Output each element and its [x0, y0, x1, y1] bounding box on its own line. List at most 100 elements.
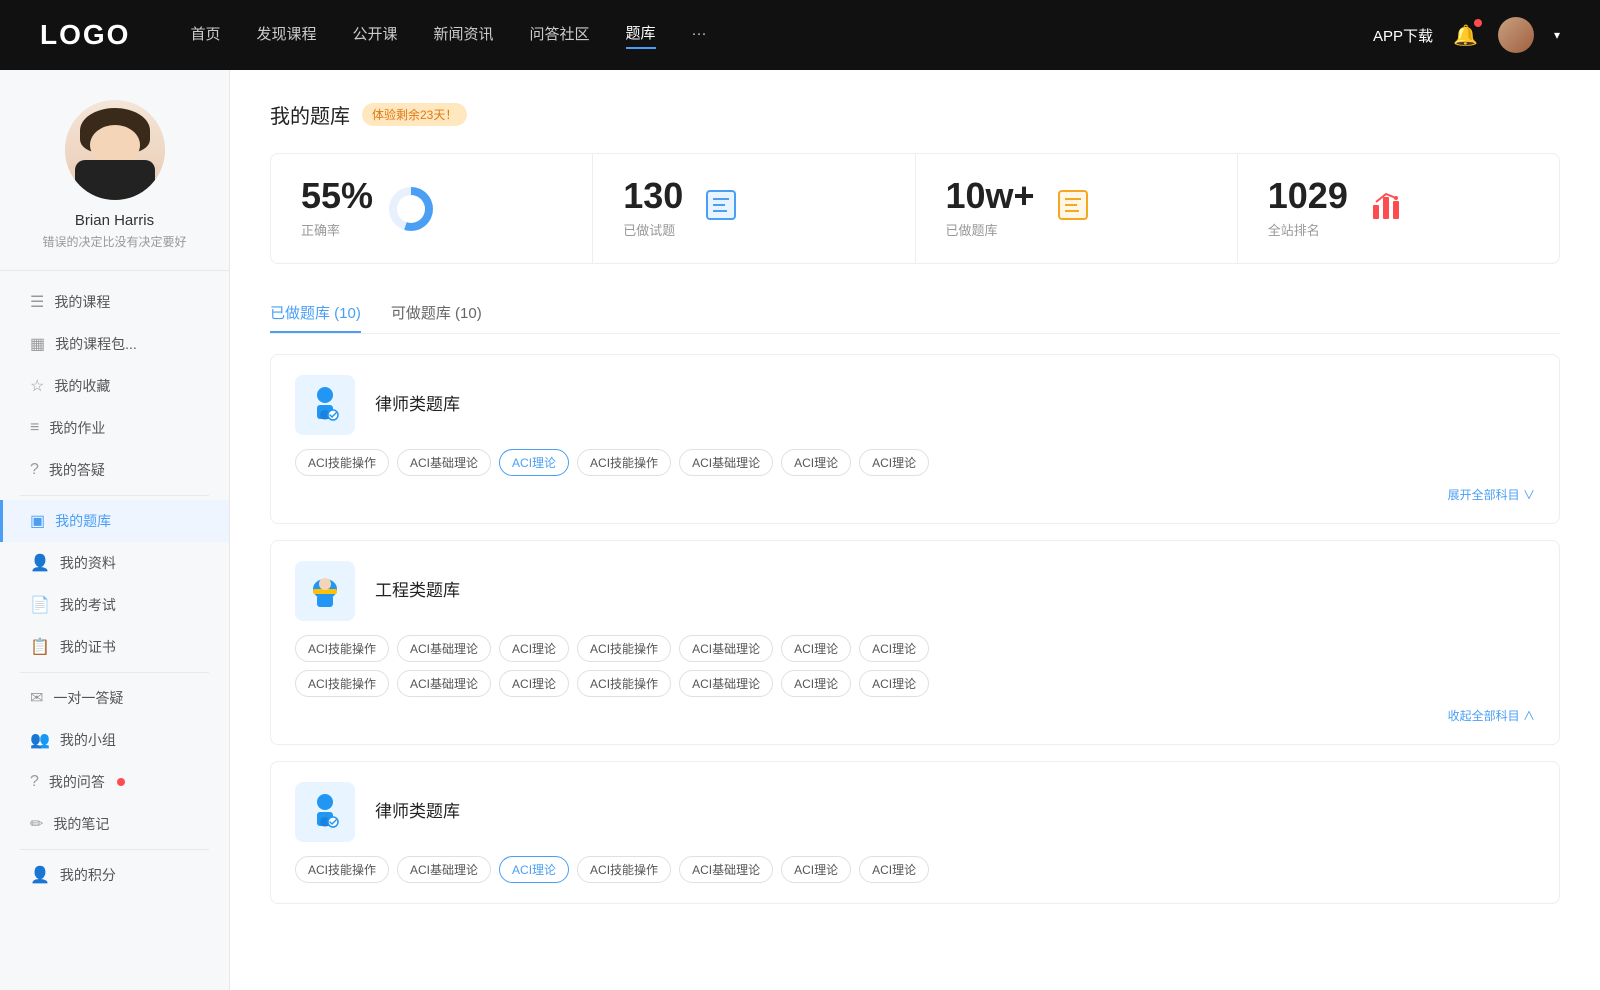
sidebar-item-label: 我的收藏 [54, 376, 110, 396]
stat-done-icon [699, 187, 743, 231]
tag-item[interactable]: ACI理论 [781, 670, 851, 697]
sidebar-item-my-group[interactable]: 👥 我的小组 [0, 719, 229, 761]
nav-news[interactable]: 新闻资讯 [434, 23, 494, 48]
notification-badge [1474, 19, 1482, 27]
stat-banks-info: 10w+ 已做题库 [946, 178, 1035, 239]
sidebar-item-my-qa[interactable]: ? 我的问答 [0, 761, 229, 803]
qbank-tags-lawyer-1: ACI技能操作 ACI基础理论 ACI理论 ACI技能操作 ACI基础理论 AC… [295, 449, 1535, 476]
tag-item[interactable]: ACI技能操作 [577, 449, 671, 476]
tab-available-banks[interactable]: 可做题库 (10) [391, 294, 482, 333]
stat-banks-label: 已做题库 [946, 220, 1035, 239]
tag-item[interactable]: ACI基础理论 [679, 449, 773, 476]
one-on-one-icon: ✉ [30, 688, 43, 708]
logo[interactable]: LOGO [40, 19, 130, 51]
stat-ranking-info: 1029 全站排名 [1268, 178, 1348, 239]
qbank-card-header-eng: 工程类题库 [295, 561, 1535, 621]
qbank-card-lawyer-2: 律师类题库 ACI技能操作 ACI基础理论 ACI理论 ACI技能操作 ACI基… [270, 761, 1560, 904]
tag-item-active[interactable]: ACI理论 [499, 856, 569, 883]
tag-item[interactable]: ACI技能操作 [295, 670, 389, 697]
sidebar-item-my-points[interactable]: 👤 我的积分 [0, 854, 229, 896]
tag-item[interactable]: ACI理论 [781, 856, 851, 883]
menu-divider-2 [20, 672, 209, 673]
qbank-tags-engineer-row2: ACI技能操作 ACI基础理论 ACI理论 ACI技能操作 ACI基础理论 AC… [295, 670, 1535, 697]
tab-done-banks[interactable]: 已做题库 (10) [270, 294, 361, 333]
expand-link-lawyer-1[interactable]: 展开全部科目 ∨ [295, 486, 1535, 503]
nav-qbank[interactable]: 题库 [626, 22, 656, 49]
stat-ranking-icon [1364, 187, 1408, 231]
tag-item[interactable]: ACI基础理论 [679, 670, 773, 697]
nav-opencourse[interactable]: 公开课 [352, 23, 397, 48]
nav-qa[interactable]: 问答社区 [530, 23, 590, 48]
tag-item[interactable]: ACI基础理论 [397, 635, 491, 662]
tag-item[interactable]: ACI技能操作 [295, 449, 389, 476]
stat-done-questions: 130 已做试题 [593, 154, 915, 263]
qbank-tags-engineer-row1: ACI技能操作 ACI基础理论 ACI理论 ACI技能操作 ACI基础理论 AC… [295, 635, 1535, 662]
qa-icon: ? [30, 773, 39, 791]
sidebar-item-my-qbank[interactable]: ▣ 我的题库 [0, 500, 229, 542]
group-icon: 👥 [30, 730, 50, 750]
nav-discover[interactable]: 发现课程 [256, 23, 316, 48]
tag-item[interactable]: ACI技能操作 [295, 856, 389, 883]
tag-item[interactable]: ACI技能操作 [577, 635, 671, 662]
user-avatar-nav[interactable] [1498, 17, 1534, 53]
tag-item[interactable]: ACI技能操作 [295, 635, 389, 662]
tag-item[interactable]: ACI理论 [859, 635, 929, 662]
donut-chart [389, 187, 433, 231]
app-download-button[interactable]: APP下载 [1373, 25, 1433, 46]
user-menu-chevron[interactable]: ▾ [1554, 28, 1560, 42]
tag-item[interactable]: ACI理论 [859, 856, 929, 883]
stat-accuracy-label: 正确率 [301, 220, 373, 239]
tag-item[interactable]: ACI理论 [781, 449, 851, 476]
notes-icon: ✏ [30, 814, 43, 834]
sidebar-item-my-homework[interactable]: ≡ 我的作业 [0, 407, 229, 449]
tag-item[interactable]: ACI技能操作 [577, 856, 671, 883]
sidebar-menu: ☰ 我的课程 ▦ 我的课程包... ☆ 我的收藏 ≡ 我的作业 ? 我的答疑 ▣ [0, 281, 229, 896]
nav-more[interactable]: ··· [692, 25, 707, 46]
notification-bell[interactable]: 🔔 [1453, 23, 1478, 48]
qbank-card-header-l2: 律师类题库 [295, 782, 1535, 842]
tag-item[interactable]: ACI理论 [859, 670, 929, 697]
sidebar-item-my-questions[interactable]: ? 我的答疑 [0, 449, 229, 491]
sidebar-item-my-exam[interactable]: 📄 我的考试 [0, 584, 229, 626]
data-icon: 👤 [30, 553, 50, 573]
cert-icon: 📋 [30, 637, 50, 657]
qbank-title-engineer: 工程类题库 [375, 561, 460, 621]
qbank-lawyer-icon-wrap [295, 375, 355, 435]
tag-item[interactable]: ACI理论 [499, 635, 569, 662]
sidebar-item-my-course[interactable]: ☰ 我的课程 [0, 281, 229, 323]
tag-item[interactable]: ACI技能操作 [577, 670, 671, 697]
stat-banks-value: 10w+ [946, 178, 1035, 214]
sidebar-item-my-certificate[interactable]: 📋 我的证书 [0, 626, 229, 668]
qbank-title-lawyer-2: 律师类题库 [375, 782, 460, 842]
sidebar-item-my-favorites[interactable]: ☆ 我的收藏 [0, 365, 229, 407]
stat-ranking: 1029 全站排名 [1238, 154, 1559, 263]
collapse-link-engineer[interactable]: 收起全部科目 ∧ [295, 707, 1535, 724]
tag-item[interactable]: ACI基础理论 [397, 856, 491, 883]
sidebar-item-my-data[interactable]: 👤 我的资料 [0, 542, 229, 584]
nav-menu: 首页 发现课程 公开课 新闻资讯 问答社区 题库 ··· [190, 22, 1373, 49]
sidebar-user-name: Brian Harris [75, 212, 154, 229]
sidebar-item-my-notes[interactable]: ✏ 我的笔记 [0, 803, 229, 845]
sidebar-item-label: 我的题库 [55, 511, 111, 531]
navbar-right: APP下载 🔔 ▾ [1373, 17, 1560, 53]
tag-item[interactable]: ACI基础理论 [397, 670, 491, 697]
sidebar-item-label: 我的答疑 [49, 460, 105, 480]
tag-item[interactable]: ACI基础理论 [397, 449, 491, 476]
avatar-body [75, 160, 155, 200]
sidebar-item-my-course-pkg[interactable]: ▦ 我的课程包... [0, 323, 229, 365]
tag-item[interactable]: ACI理论 [781, 635, 851, 662]
tag-item-active[interactable]: ACI理论 [499, 449, 569, 476]
tag-item[interactable]: ACI理论 [499, 670, 569, 697]
tag-item[interactable]: ACI基础理论 [679, 635, 773, 662]
sidebar-item-one-on-one[interactable]: ✉ 一对一答疑 [0, 677, 229, 719]
qbank-icon: ▣ [30, 511, 45, 531]
sidebar-item-label: 我的考试 [60, 595, 116, 615]
tag-item[interactable]: ACI基础理论 [679, 856, 773, 883]
tabs-row: 已做题库 (10) 可做题库 (10) [270, 294, 1560, 334]
stat-ranking-value: 1029 [1268, 178, 1348, 214]
qbank-engineer-icon-wrap [295, 561, 355, 621]
nav-home[interactable]: 首页 [190, 23, 220, 48]
tag-item[interactable]: ACI理论 [859, 449, 929, 476]
sidebar-item-label: 我的课程包... [55, 334, 137, 354]
stat-done-banks: 10w+ 已做题库 [916, 154, 1238, 263]
